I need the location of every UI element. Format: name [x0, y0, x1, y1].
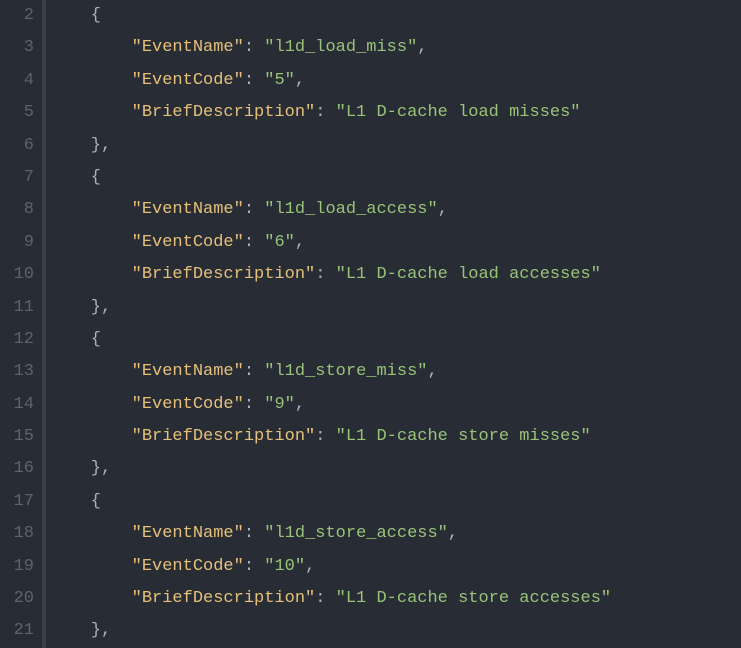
token-p: : — [244, 395, 264, 414]
token-k: "EventCode" — [50, 71, 244, 90]
code-line[interactable]: }, — [50, 292, 611, 324]
token-s: "l1d_store_miss" — [264, 362, 427, 381]
line-number: 9 — [0, 227, 34, 259]
token-k: "BriefDescription" — [50, 103, 315, 122]
line-number: 17 — [0, 486, 34, 518]
line-number: 16 — [0, 453, 34, 485]
code-line[interactable]: { — [50, 486, 611, 518]
token-p: : — [315, 427, 335, 446]
token-p: , — [305, 557, 315, 576]
token-s: "10" — [264, 557, 305, 576]
token-k: "EventName" — [50, 38, 244, 57]
line-number: 11 — [0, 292, 34, 324]
token-s: "6" — [264, 233, 295, 252]
line-number: 14 — [0, 389, 34, 421]
token-p: }, — [50, 298, 111, 317]
token-k: "EventCode" — [50, 557, 244, 576]
token-p: : — [244, 362, 264, 381]
code-line[interactable]: { — [50, 324, 611, 356]
token-p: , — [295, 233, 305, 252]
code-line[interactable]: }, — [50, 615, 611, 647]
code-line[interactable]: "BriefDescription": "L1 D-cache load mis… — [50, 97, 611, 129]
token-p: { — [50, 168, 101, 187]
token-p: : — [244, 233, 264, 252]
token-k: "BriefDescription" — [50, 589, 315, 608]
token-p: : — [315, 589, 335, 608]
token-s: "9" — [264, 395, 295, 414]
line-number: 4 — [0, 65, 34, 97]
code-line[interactable]: "EventName": "l1d_load_access", — [50, 194, 611, 226]
line-number: 8 — [0, 194, 34, 226]
token-k: "EventCode" — [50, 395, 244, 414]
line-number: 13 — [0, 356, 34, 388]
code-line[interactable]: "EventCode": "9", — [50, 389, 611, 421]
token-p: }, — [50, 459, 111, 478]
code-line[interactable]: "EventCode": "10", — [50, 551, 611, 583]
token-p: : — [315, 265, 335, 284]
line-number: 21 — [0, 615, 34, 647]
code-line[interactable]: "BriefDescription": "L1 D-cache load acc… — [50, 259, 611, 291]
code-line[interactable]: "EventName": "l1d_load_miss", — [50, 32, 611, 64]
code-line[interactable]: "BriefDescription": "L1 D-cache store ac… — [50, 583, 611, 615]
token-s: "L1 D-cache load misses" — [336, 103, 581, 122]
code-line[interactable]: "BriefDescription": "L1 D-cache store mi… — [50, 421, 611, 453]
line-number: 5 — [0, 97, 34, 129]
line-number: 19 — [0, 551, 34, 583]
token-p: { — [50, 492, 101, 511]
line-number: 6 — [0, 130, 34, 162]
token-p: }, — [50, 621, 111, 640]
line-number-gutter: 23456789101112131415161718192021 — [0, 0, 42, 648]
token-k: "EventName" — [50, 362, 244, 381]
token-s: "L1 D-cache load accesses" — [336, 265, 601, 284]
token-k: "EventCode" — [50, 233, 244, 252]
token-p: : — [244, 200, 264, 219]
token-p: , — [417, 38, 427, 57]
code-line[interactable]: "EventName": "l1d_store_miss", — [50, 356, 611, 388]
line-number: 3 — [0, 32, 34, 64]
line-number: 15 — [0, 421, 34, 453]
code-line[interactable]: { — [50, 0, 611, 32]
token-s: "L1 D-cache store misses" — [336, 427, 591, 446]
code-line[interactable]: "EventCode": "5", — [50, 65, 611, 97]
line-number: 10 — [0, 259, 34, 291]
token-p: : — [315, 103, 335, 122]
code-area[interactable]: { "EventName": "l1d_load_miss", "EventCo… — [46, 0, 611, 648]
token-p: , — [448, 524, 458, 543]
token-p: , — [295, 71, 305, 90]
code-line[interactable]: "EventName": "l1d_store_access", — [50, 518, 611, 550]
token-p: : — [244, 524, 264, 543]
line-number: 2 — [0, 0, 34, 32]
token-k: "EventName" — [50, 200, 244, 219]
code-line[interactable]: }, — [50, 130, 611, 162]
token-p: : — [244, 557, 264, 576]
line-number: 7 — [0, 162, 34, 194]
token-k: "BriefDescription" — [50, 427, 315, 446]
token-p: { — [50, 6, 101, 25]
code-line[interactable]: }, — [50, 453, 611, 485]
line-number: 18 — [0, 518, 34, 550]
token-s: "L1 D-cache store accesses" — [336, 589, 611, 608]
token-p: : — [244, 38, 264, 57]
token-s: "l1d_load_miss" — [264, 38, 417, 57]
token-s: "l1d_load_access" — [264, 200, 437, 219]
token-p: , — [295, 395, 305, 414]
token-p: { — [50, 330, 101, 349]
token-k: "EventName" — [50, 524, 244, 543]
code-line[interactable]: { — [50, 162, 611, 194]
token-s: "5" — [264, 71, 295, 90]
token-p: }, — [50, 136, 111, 155]
code-editor[interactable]: 23456789101112131415161718192021 { "Even… — [0, 0, 741, 648]
token-p: : — [244, 71, 264, 90]
line-number: 12 — [0, 324, 34, 356]
token-k: "BriefDescription" — [50, 265, 315, 284]
token-p: , — [438, 200, 448, 219]
token-s: "l1d_store_access" — [264, 524, 448, 543]
token-p: , — [427, 362, 437, 381]
code-line[interactable]: "EventCode": "6", — [50, 227, 611, 259]
line-number: 20 — [0, 583, 34, 615]
